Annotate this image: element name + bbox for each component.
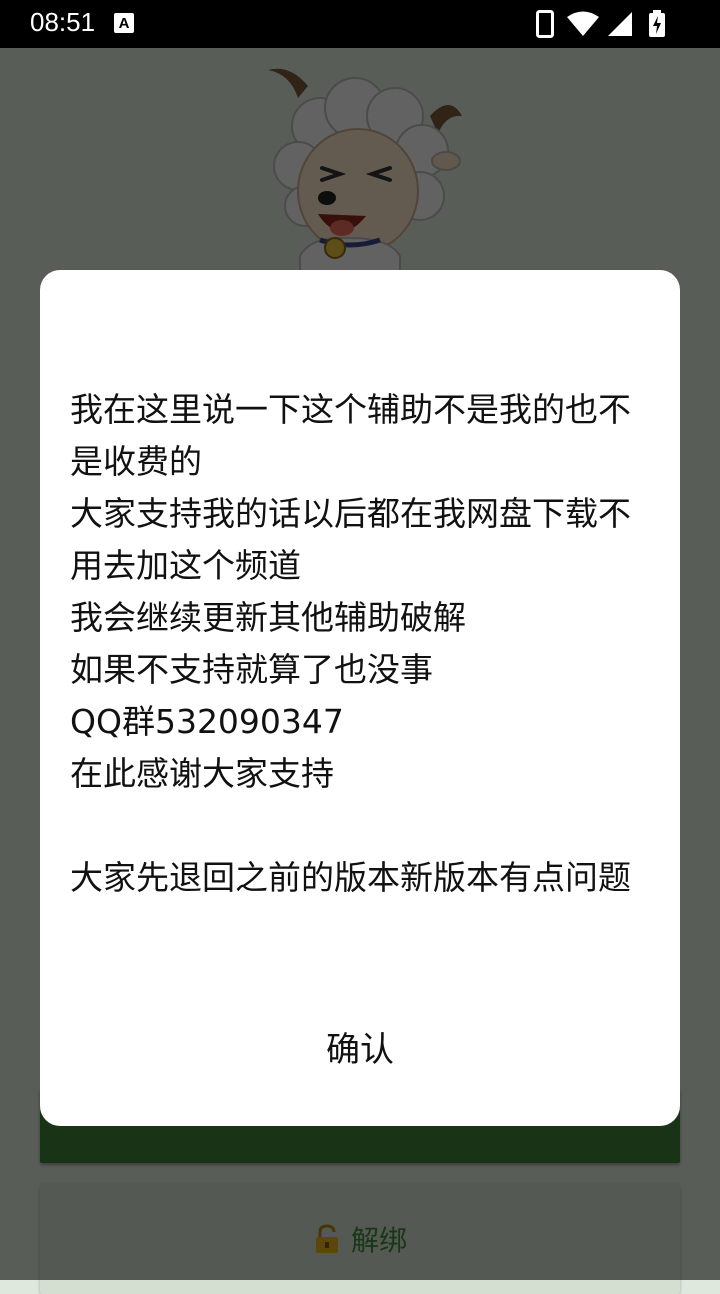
status-icons [536,10,696,38]
notification-badge-icon: A [114,13,134,33]
dialog-message: 我在这里说一下这个辅助不是我的也不是收费的 大家支持我的话以后都在我网盘下载不用… [70,390,631,897]
status-bar: 08:51 A [0,0,720,48]
confirm-button[interactable]: 确认 [40,1010,680,1090]
cellular-signal-icon [608,12,632,36]
wifi-icon [567,11,599,36]
battery-charging-icon [649,10,665,37]
phone-vibrate-icon [536,10,554,38]
status-time: 08:51 [30,7,96,37]
announcement-dialog: 我在这里说一下这个辅助不是我的也不是收费的 大家支持我的话以后都在我网盘下载不用… [40,270,680,1126]
